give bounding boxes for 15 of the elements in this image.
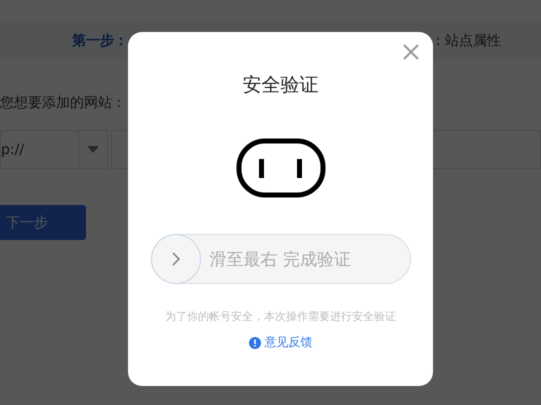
step-label: ：站点属性 — [431, 32, 501, 50]
next-button[interactable]: 下一步 — [0, 205, 86, 240]
chevron-right-icon — [172, 252, 180, 266]
dialog-title: 安全验证 — [242, 73, 318, 98]
slider-hint: 滑至最右 完成验证 — [210, 248, 351, 270]
close-button[interactable] — [403, 44, 419, 60]
protocol-select[interactable]: p:// — [0, 130, 108, 169]
slider-handle[interactable] — [150, 234, 200, 284]
caret-icon — [87, 146, 99, 153]
site-label: 您想要添加的网站： — [0, 94, 127, 112]
info-icon — [248, 336, 260, 348]
feedback-link[interactable]: 意见反馈 — [264, 334, 312, 351]
security-note: 为了你的帐号安全，本次操作需要进行安全验证 — [165, 309, 396, 324]
step-label: 第一步： — [72, 32, 128, 50]
plug-face-icon — [236, 138, 326, 198]
